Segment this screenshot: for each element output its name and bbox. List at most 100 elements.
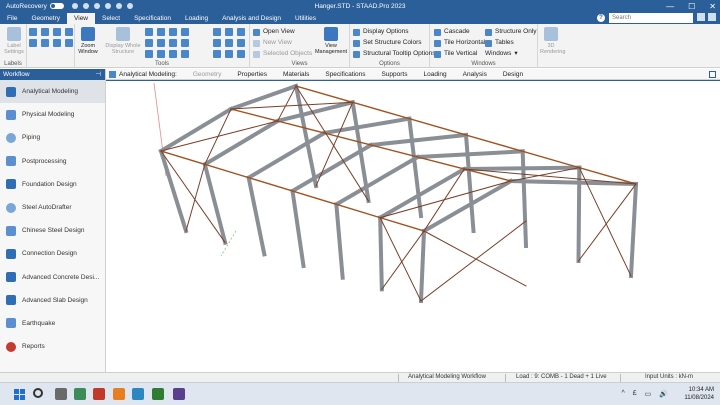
dimension-label-icon[interactable] (65, 39, 73, 47)
page-loading[interactable]: Loading (416, 71, 455, 78)
rotate-left-icon[interactable] (213, 39, 221, 47)
isometric-icon[interactable] (237, 28, 245, 36)
display-options-button[interactable]: Display Options (353, 28, 436, 36)
staad-icon[interactable] (74, 388, 86, 400)
tab-analysis-and-design[interactable]: Analysis and Design (215, 13, 288, 24)
workflow-item-earthquake[interactable]: Earthquake (0, 312, 105, 335)
zoom-window-button[interactable]: Zoom Window (77, 27, 99, 55)
rotate-icon[interactable] (145, 50, 153, 58)
new-view-button[interactable]: New View (253, 39, 312, 47)
workflow-item-analytical-modeling[interactable]: Analytical Modeling (0, 80, 105, 104)
autorecovery-toggle[interactable] (49, 3, 64, 9)
tables-button[interactable]: Tables (485, 39, 537, 47)
page-control-settings-icon[interactable] (709, 70, 716, 78)
page-materials[interactable]: Materials (275, 71, 317, 78)
start-button[interactable] (14, 389, 25, 400)
app-orange-icon[interactable] (113, 388, 125, 400)
spin-left-icon[interactable] (213, 50, 221, 58)
node-label-icon[interactable] (29, 28, 37, 36)
clock[interactable]: 10:34 AM 11/08/2024 (684, 386, 714, 402)
set-structure-colors-button[interactable]: Set Structure Colors (353, 39, 436, 47)
app-blue-icon[interactable] (132, 388, 144, 400)
workflow-item-steel-autodrafter[interactable]: Steel AutoDrafter (0, 196, 105, 219)
page-supports[interactable]: Supports (373, 71, 415, 78)
selected-objects-button[interactable]: Selected Objects (253, 50, 312, 58)
workflow-item-advanced-concrete-design[interactable]: Advanced Concrete Desi... (0, 266, 105, 289)
workflow-item-chinese-steel-design[interactable]: Chinese Steel Design (0, 219, 105, 242)
monitor-icon[interactable]: ▭ (645, 390, 652, 398)
support-label-icon[interactable] (65, 28, 73, 36)
qat-undo-icon[interactable] (104, 3, 111, 9)
qat-new-icon[interactable] (71, 3, 78, 9)
structure-viewport[interactable] (106, 80, 720, 372)
section-label-icon[interactable] (29, 39, 37, 47)
tray-chevron-icon[interactable]: ^ (621, 390, 624, 398)
load-label-icon[interactable] (53, 39, 61, 47)
workflow-item-physical-modeling[interactable]: Physical Modeling (0, 103, 105, 126)
expand-icon[interactable] (708, 13, 716, 21)
settings-icon[interactable] (697, 13, 705, 21)
open-view-button[interactable]: Open View (253, 28, 312, 36)
zoom-in-icon[interactable] (145, 28, 153, 36)
tab-loading[interactable]: Loading (178, 13, 215, 24)
reset-view-icon[interactable] (237, 50, 245, 58)
rotate-down-icon[interactable] (225, 28, 233, 36)
page-specifications[interactable]: Specifications (317, 71, 373, 78)
right-view-icon[interactable] (181, 50, 189, 58)
spin-icon[interactable] (237, 39, 245, 47)
structural-tooltip-options-button[interactable]: Structural Tooltip Options (353, 50, 436, 58)
workflow-item-reports[interactable]: Reports (0, 335, 105, 358)
view-management-button[interactable]: View Management (314, 27, 348, 55)
rotate-right-icon[interactable] (225, 39, 233, 47)
back-view-icon[interactable] (181, 28, 189, 36)
workflow-item-piping[interactable]: Piping (0, 126, 105, 149)
help-icon[interactable]: ? (597, 14, 605, 22)
volume-icon[interactable]: 🔊 (659, 390, 668, 398)
tab-view[interactable]: View (67, 13, 96, 24)
search-input[interactable]: Search (609, 13, 693, 23)
pan-icon[interactable] (145, 39, 153, 47)
tab-select[interactable]: Select (95, 13, 127, 24)
workflow-item-connection-design[interactable]: Connection Design (0, 242, 105, 265)
workflow-item-advanced-slab-design[interactable]: Advanced Slab Design (0, 289, 105, 312)
page-geometry[interactable]: Geometry (185, 71, 230, 78)
dynamic-zoom-icon[interactable] (157, 50, 165, 58)
3d-rendering-button[interactable]: 3D Rendering (540, 27, 565, 55)
app-r-icon[interactable] (173, 388, 185, 400)
close-button[interactable]: ✕ (709, 2, 716, 11)
qat-open-icon[interactable] (82, 3, 89, 9)
tab-specification[interactable]: Specification (127, 13, 178, 24)
page-analysis[interactable]: Analysis (455, 71, 495, 78)
qat-redo-icon[interactable] (115, 3, 122, 9)
taskbar-search-icon[interactable] (33, 388, 43, 398)
workflow-item-postprocessing[interactable]: Postprocessing (0, 150, 105, 173)
structure-only-button[interactable]: Structure Only (485, 28, 537, 36)
minimize-button[interactable]: — (666, 2, 674, 11)
spin-right-icon[interactable] (225, 50, 233, 58)
top-view-icon[interactable] (169, 39, 177, 47)
display-whole-structure-button[interactable]: Display Whole Structure (103, 27, 143, 55)
workflow-item-foundation-design[interactable]: Foundation Design (0, 173, 105, 196)
plate-label-icon[interactable] (53, 28, 61, 36)
tile-vertical-button[interactable]: Tile Vertical (434, 50, 485, 58)
pdf-reader-icon[interactable] (93, 388, 105, 400)
page-design[interactable]: Design (495, 71, 531, 78)
zoom-out-icon[interactable] (157, 28, 165, 36)
front-view-icon[interactable] (169, 28, 177, 36)
qat-save-icon[interactable] (93, 3, 100, 9)
pin-icon[interactable]: ⊣ (95, 69, 101, 80)
tab-utilities[interactable]: Utilities (288, 13, 323, 24)
qat-dropdown-icon[interactable] (126, 3, 133, 9)
cascade-button[interactable]: Cascade (434, 28, 485, 36)
left-view-icon[interactable] (169, 50, 177, 58)
maximize-button[interactable]: ☐ (688, 2, 695, 11)
currency-icon[interactable]: £ (633, 390, 637, 398)
bottom-view-icon[interactable] (181, 39, 189, 47)
rotate-up-icon[interactable] (213, 28, 221, 36)
task-view-icon[interactable] (55, 388, 67, 400)
excel-icon[interactable] (152, 388, 164, 400)
page-properties[interactable]: Properties (229, 71, 275, 78)
label-settings-button[interactable]: Label Settings (2, 27, 26, 55)
tile-horizontal-button[interactable]: Tile Horizontal (434, 39, 485, 47)
tab-geometry[interactable]: Geometry (24, 13, 67, 24)
